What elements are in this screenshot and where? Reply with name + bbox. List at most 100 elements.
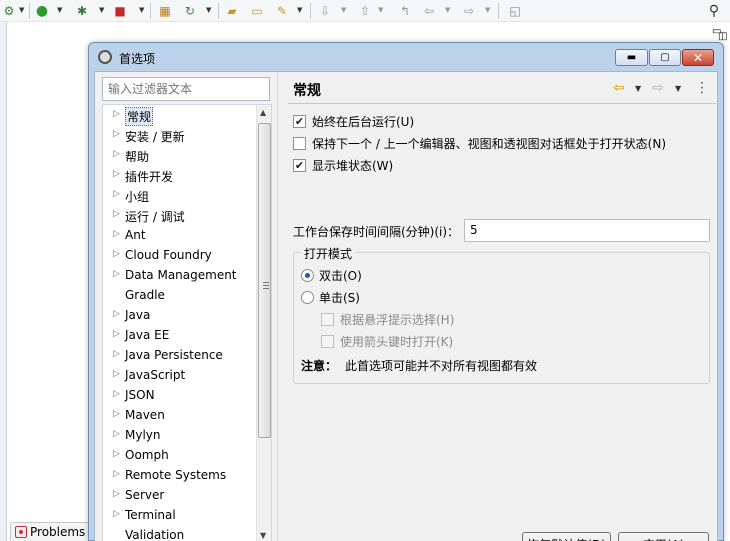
expand-arrow-icon[interactable]: ▷ <box>113 309 120 319</box>
expand-arrow-icon[interactable]: ▷ <box>113 509 120 519</box>
search-icon[interactable]: ⚲ <box>705 3 723 19</box>
keep-dialog-open-row[interactable]: 保持下一个 / 上一个编辑器、视图和透视图对话框处于打开状态(N) <box>293 133 666 153</box>
tree-item[interactable]: ▷ Remote Systems <box>103 465 255 485</box>
maximize-button[interactable]: ▢ <box>649 49 681 66</box>
keep-dialog-open-checkbox[interactable] <box>293 136 306 150</box>
tree-item[interactable]: ▷ Terminal <box>103 505 255 525</box>
tree-item[interactable]: ▷ Java <box>103 305 255 325</box>
expand-arrow-icon[interactable]: ▷ <box>113 329 120 339</box>
expand-arrow-icon[interactable]: ▷ <box>113 469 120 479</box>
debug-icon[interactable]: ✱ <box>73 3 91 19</box>
tree-item[interactable]: ▷ 帮助 <box>103 145 255 165</box>
pin-icon[interactable]: ✎ <box>273 3 291 19</box>
single-click-row[interactable]: 单击(S) <box>301 287 360 307</box>
tree-item[interactable]: ▷ Oomph <box>103 445 255 465</box>
chevron-down-icon[interactable]: ▼ <box>57 6 63 16</box>
tree-item[interactable]: ▷ Maven <box>103 405 255 425</box>
chevron-down-icon[interactable]: ▼ <box>445 6 451 16</box>
tree-scrollbar[interactable]: ▲ ▼ <box>256 105 271 541</box>
close-button[interactable]: ✕ <box>682 49 714 66</box>
prev-annotation-icon[interactable]: ⇧ <box>356 3 374 19</box>
expand-arrow-icon[interactable]: ▷ <box>113 389 120 399</box>
save-interval-input[interactable]: 5 <box>464 219 710 242</box>
scroll-down-icon[interactable]: ▼ <box>260 531 266 540</box>
forward-icon[interactable]: ⇨ <box>652 81 664 95</box>
chevron-down-icon[interactable]: ▼ <box>378 6 384 16</box>
ide-minmax-controls[interactable]: ▭ ◫ <box>706 22 730 42</box>
tree-item[interactable]: ▷ JavaScript <box>103 365 255 385</box>
open-folder-icon[interactable]: ▰ <box>223 3 241 19</box>
package-icon[interactable]: ▦ <box>156 3 174 19</box>
tree-item[interactable]: ▷ Ant <box>103 225 255 245</box>
tree-item[interactable]: ▷ 插件开发 <box>103 165 255 185</box>
chevron-down-icon[interactable]: ▼ <box>485 6 491 16</box>
tree-item[interactable]: Validation <box>103 525 255 541</box>
tree-item[interactable]: ▷ 常规 <box>103 105 255 126</box>
dialog-titlebar[interactable]: 首选项 ▬ ▢ ✕ <box>89 43 723 71</box>
expand-arrow-icon[interactable]: ▷ <box>113 449 120 459</box>
tree-item[interactable]: ▷ Cloud Foundry <box>103 245 255 265</box>
chevron-down-icon[interactable]: ▼ <box>675 84 681 93</box>
expand-arrow-icon[interactable]: ▷ <box>113 429 120 439</box>
tree-item[interactable]: ▷ Mylyn <box>103 425 255 445</box>
tree-item-label: Remote Systems <box>125 468 227 482</box>
expand-arrow-icon[interactable]: ▷ <box>113 369 120 379</box>
expand-arrow-icon[interactable]: ▷ <box>113 409 120 419</box>
double-click-row[interactable]: 双击(O) <box>301 265 362 285</box>
tree-item[interactable]: ▷ Java Persistence <box>103 345 255 365</box>
restore-defaults-button[interactable]: 恢复默认值(D) <box>522 532 611 541</box>
back-icon[interactable]: ⇦ <box>420 3 438 19</box>
chevron-down-icon[interactable]: ▼ <box>635 84 641 93</box>
expand-arrow-icon[interactable]: ▷ <box>113 189 120 199</box>
expand-arrow-icon[interactable]: ▷ <box>113 249 120 259</box>
chevron-down-icon[interactable]: ▼ <box>19 6 25 16</box>
run-icon[interactable]: ● <box>33 3 51 19</box>
scrollbar-thumb[interactable] <box>258 123 271 438</box>
chevron-down-icon[interactable]: ▼ <box>341 6 347 16</box>
refresh-icon[interactable]: ↻ <box>181 3 199 19</box>
gear-icon[interactable]: ⚙ <box>0 3 18 19</box>
tree-item[interactable]: ▷ Java EE <box>103 325 255 345</box>
scroll-up-icon[interactable]: ▲ <box>260 108 266 117</box>
expand-arrow-icon[interactable]: ▷ <box>113 229 120 239</box>
restore-icon[interactable]: ◱ <box>506 3 524 19</box>
chevron-down-icon[interactable]: ▼ <box>99 6 105 16</box>
expand-arrow-icon[interactable]: ▷ <box>113 269 120 279</box>
pane-sash[interactable] <box>277 72 283 541</box>
back-icon[interactable]: ⇦ <box>613 81 625 95</box>
tree-item[interactable]: ▷ 小组 <box>103 185 255 205</box>
expand-arrow-icon[interactable]: ▷ <box>113 149 120 159</box>
last-edit-icon[interactable]: ↰ <box>396 3 414 19</box>
tree-item[interactable]: Gradle <box>103 285 255 305</box>
expand-arrow-icon[interactable]: ▷ <box>113 489 120 499</box>
tree-item[interactable]: ▷ 运行 / 调试 <box>103 205 255 225</box>
double-click-radio[interactable] <box>301 268 314 282</box>
show-heap-status-checkbox[interactable]: ✔ <box>293 158 306 172</box>
filter-input[interactable] <box>102 77 270 101</box>
run-in-background-checkbox[interactable]: ✔ <box>293 114 306 128</box>
expand-arrow-icon[interactable]: ▷ <box>113 109 120 119</box>
expand-arrow-icon[interactable]: ▷ <box>113 129 120 139</box>
forward-icon[interactable]: ⇨ <box>460 3 478 19</box>
problems-tab[interactable]: Problems <box>10 522 90 541</box>
tree-item[interactable]: ▷ Data Management <box>103 265 255 285</box>
expand-arrow-icon[interactable]: ▷ <box>113 169 120 179</box>
tree-item[interactable]: ▷ 安装 / 更新 <box>103 125 255 145</box>
next-annotation-icon[interactable]: ⇩ <box>316 3 334 19</box>
single-click-radio[interactable] <box>301 290 314 304</box>
expand-arrow-icon[interactable]: ▷ <box>113 209 120 219</box>
show-heap-status-row[interactable]: ✔ 显示堆状态(W) <box>293 155 393 175</box>
folder-icon[interactable]: ▭ <box>248 3 266 19</box>
tree-item[interactable]: ▷ Server <box>103 485 255 505</box>
apply-button[interactable]: 应用(A) <box>618 532 709 541</box>
minimize-button[interactable]: ▬ <box>615 49 648 66</box>
chevron-down-icon[interactable]: ▼ <box>297 6 303 16</box>
run-in-background-row[interactable]: ✔ 始终在后台运行(U) <box>293 111 414 131</box>
view-menu-icon[interactable]: ⋮ <box>695 81 709 95</box>
expand-arrow-icon[interactable]: ▷ <box>113 349 120 359</box>
tree-item[interactable]: ▷ JSON <box>103 385 255 405</box>
external-tools-icon[interactable]: ■ <box>111 3 129 19</box>
chevron-down-icon[interactable]: ▼ <box>139 6 145 16</box>
chevron-down-icon[interactable]: ▼ <box>206 6 212 16</box>
tree-item-label: 常规 <box>125 107 154 126</box>
